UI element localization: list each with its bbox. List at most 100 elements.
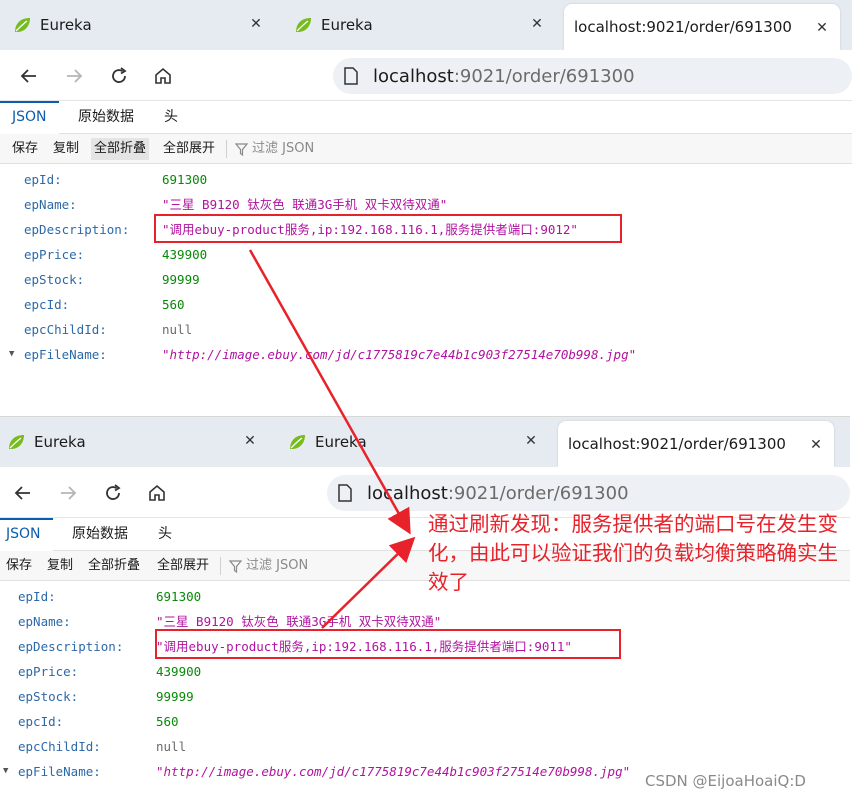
filter-json-input[interactable]: 过滤 JSON [229, 555, 308, 577]
highlight-box-port-9012 [154, 214, 622, 243]
filter-json-input[interactable]: 过滤 JSON [235, 138, 314, 160]
close-tab-icon[interactable]: ✕ [240, 431, 260, 451]
collapse-all-button[interactable]: 全部折叠 [91, 138, 150, 160]
tab-localhost-active[interactable]: localhost:9021/order/691300 ✕ [564, 4, 840, 50]
tab-title: localhost:9021/order/691300 [568, 435, 786, 453]
forward-arrow-icon[interactable] [55, 480, 81, 506]
tab-title: Eureka [40, 16, 92, 34]
address-bar[interactable]: localhost:9021/order/691300 [327, 475, 850, 511]
browser-window-second: Eureka ✕ Eureka ✕ localhost:9021/order/6… [0, 416, 850, 804]
back-arrow-icon[interactable] [16, 63, 42, 89]
close-tab-icon[interactable]: ✕ [527, 14, 547, 34]
url-host: localhost [367, 482, 448, 504]
json-key: epName: [18, 614, 71, 629]
back-arrow-icon[interactable] [10, 480, 36, 506]
json-key: epcId: [18, 714, 64, 729]
tab-title: localhost:9021/order/691300 [574, 18, 792, 36]
json-value: 439900 [156, 664, 202, 679]
json-value: "http://image.ebuy.com/jd/c1775819c7e44b… [162, 347, 637, 362]
json-value: null [162, 322, 193, 337]
filter-placeholder: 过滤 JSON [252, 141, 315, 156]
annotation-text: 通过刷新发现：服务提供者的端口号在发生变化，由此可以验证我们的负载均衡策略确实生… [428, 512, 838, 594]
spring-leaf-icon [9, 435, 24, 449]
close-tab-icon[interactable]: ✕ [806, 435, 826, 455]
json-value: 560 [156, 714, 179, 729]
tab-eureka-2[interactable]: Eureka ✕ [293, 0, 555, 50]
tab-eureka-1[interactable]: Eureka ✕ [12, 0, 274, 50]
refresh-icon[interactable] [106, 63, 132, 89]
tab-json[interactable]: JSON [0, 518, 53, 551]
expand-all-button[interactable]: 全部展开 [154, 555, 212, 577]
close-tab-icon[interactable]: ✕ [812, 18, 832, 38]
json-key: epcId: [24, 297, 70, 312]
json-value: 691300 [162, 172, 208, 187]
home-icon[interactable] [144, 480, 170, 506]
json-key: epId: [24, 172, 62, 187]
copy-button[interactable]: 复制 [44, 555, 76, 577]
address-toolbar: localhost:9021/order/691300 [0, 50, 852, 101]
highlight-box-port-9011 [155, 629, 621, 659]
watermark: CSDN @EijoaHoaiQ:D [645, 772, 806, 790]
tab-eureka-1[interactable]: Eureka ✕ [6, 417, 268, 467]
expand-triangle-icon[interactable]: ▼ [9, 342, 14, 367]
tab-title: Eureka [315, 433, 367, 451]
collapse-all-button[interactable]: 全部折叠 [85, 555, 143, 577]
address-bar[interactable]: localhost:9021/order/691300 [333, 58, 852, 94]
json-key: epPrice: [18, 664, 79, 679]
tab-eureka-2[interactable]: Eureka ✕ [287, 417, 549, 467]
json-value: "http://image.ebuy.com/jd/c1775819c7e44b… [156, 764, 631, 779]
expand-all-button[interactable]: 全部展开 [160, 138, 218, 160]
viewer-tabs: JSON 原始数据 头 [0, 101, 852, 134]
toolbar-divider [220, 557, 221, 575]
url-path: :9021/order/691300 [453, 65, 635, 87]
json-key: epPrice: [24, 247, 85, 262]
viewer-toolbar: 保存 复制 全部折叠 全部展开 过滤 JSON [0, 134, 852, 164]
tab-strip: Eureka ✕ Eureka ✕ localhost:9021/order/6… [0, 0, 852, 50]
toolbar-divider [226, 140, 227, 158]
json-key: epcChildId: [18, 739, 101, 754]
spring-leaf-icon [290, 435, 305, 449]
expand-triangle-icon[interactable]: ▼ [3, 759, 8, 784]
json-key: epcChildId: [24, 322, 107, 337]
copy-button[interactable]: 复制 [50, 138, 82, 160]
json-key: epFileName: [24, 347, 107, 362]
tab-strip: Eureka ✕ Eureka ✕ localhost:9021/order/6… [0, 417, 850, 467]
filter-icon [229, 559, 242, 573]
json-value: 99999 [162, 272, 200, 287]
tab-raw-data[interactable]: 原始数据 [66, 101, 146, 134]
spring-leaf-icon [296, 18, 311, 32]
json-key: epDescription: [24, 222, 130, 237]
refresh-icon[interactable] [100, 480, 126, 506]
save-button[interactable]: 保存 [9, 138, 41, 160]
filter-icon [235, 142, 248, 156]
home-icon[interactable] [150, 63, 176, 89]
save-button[interactable]: 保存 [3, 555, 35, 577]
url-path: :9021/order/691300 [447, 482, 629, 504]
forward-arrow-icon[interactable] [61, 63, 87, 89]
json-key: epStock: [24, 272, 85, 287]
tab-json[interactable]: JSON [0, 101, 59, 134]
close-tab-icon[interactable]: ✕ [246, 14, 266, 34]
browser-window-first: Eureka ✕ Eureka ✕ localhost:9021/order/6… [0, 0, 852, 400]
json-key: epDescription: [18, 639, 124, 654]
json-key: epFileName: [18, 764, 101, 779]
tab-headers[interactable]: 头 [152, 101, 190, 134]
tab-title: Eureka [321, 16, 373, 34]
json-value: 439900 [162, 247, 208, 262]
json-value: null [156, 739, 187, 754]
json-key: epName: [24, 197, 77, 212]
page-icon [338, 484, 352, 502]
json-key: epId: [18, 589, 56, 604]
json-value: 560 [162, 297, 185, 312]
tab-headers[interactable]: 头 [146, 518, 184, 551]
json-value: 99999 [156, 689, 194, 704]
tab-title: Eureka [34, 433, 86, 451]
close-tab-icon[interactable]: ✕ [521, 431, 541, 451]
json-value: 691300 [156, 589, 202, 604]
tab-localhost-active[interactable]: localhost:9021/order/691300 ✕ [558, 421, 834, 467]
tab-raw-data[interactable]: 原始数据 [60, 518, 140, 551]
url-host: localhost [373, 65, 454, 87]
filter-placeholder: 过滤 JSON [246, 558, 309, 573]
spring-leaf-icon [15, 18, 30, 32]
page-icon [344, 67, 358, 85]
